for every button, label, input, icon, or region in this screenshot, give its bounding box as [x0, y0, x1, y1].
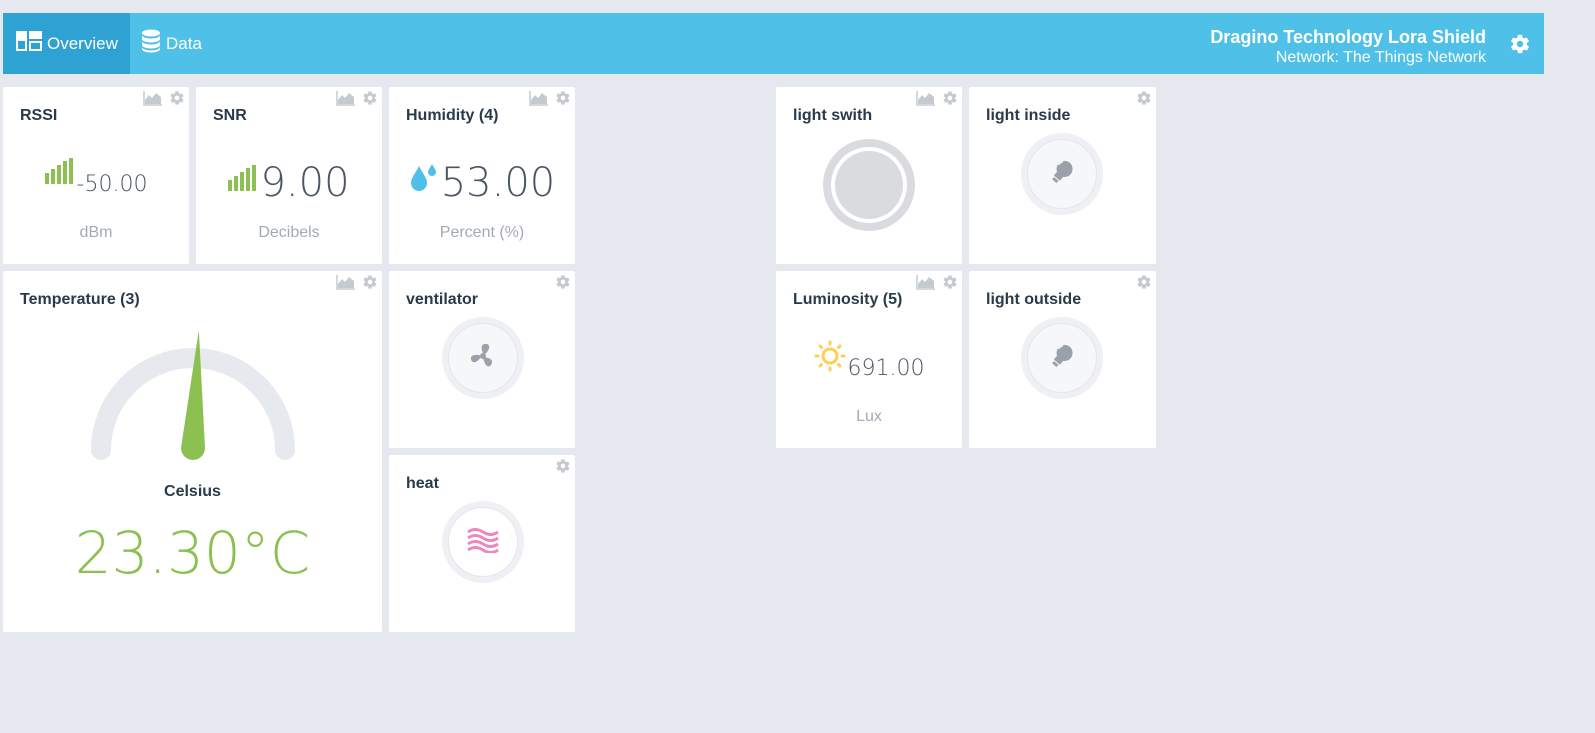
- signal-bars-icon: [228, 165, 258, 196]
- rssi-value: -50.00: [76, 172, 148, 197]
- snr-value: 9.00: [260, 160, 350, 206]
- tab-overview-label: Overview: [47, 33, 118, 53]
- gear-icon[interactable]: [1136, 90, 1152, 111]
- rssi-unit: dBm: [79, 224, 113, 241]
- snr-widget: SNR 9.00 Decibels: [196, 87, 382, 264]
- chart-icon[interactable]: [143, 90, 163, 111]
- sun-icon: [814, 340, 846, 377]
- tab-data-label: Data: [166, 33, 202, 53]
- temperature-title: Temperature (3): [20, 291, 140, 308]
- ventilator-title: ventilator: [406, 291, 479, 308]
- toggle-switch[interactable]: [823, 139, 915, 231]
- rssi-widget: RSSI -50.00 dBm: [3, 87, 189, 264]
- gear-icon[interactable]: [555, 458, 571, 479]
- light-outside-button[interactable]: [1021, 317, 1103, 399]
- humidity-value: 53.00: [440, 160, 556, 206]
- temperature-gauge: [91, 330, 295, 460]
- database-icon: [141, 29, 166, 58]
- gear-icon[interactable]: [1136, 274, 1152, 295]
- gear-icon[interactable]: [555, 274, 571, 295]
- heat-widget: heat: [389, 455, 575, 632]
- light-outside-title: light outside: [986, 291, 1082, 308]
- snr-title: SNR: [213, 107, 247, 124]
- top-bar: Overview Data Dragino Technology Lora Sh…: [3, 13, 1544, 74]
- light-switch-widget: light swith: [776, 87, 962, 264]
- temperature-widget: Temperature (3) Celsius 23.30°C: [3, 271, 382, 632]
- luminosity-unit: Lux: [856, 408, 882, 425]
- temperature-label: Celsius: [164, 483, 221, 500]
- chart-icon[interactable]: [529, 90, 549, 111]
- light-bulb-icon: [1047, 157, 1077, 192]
- luminosity-value: 691.00: [847, 356, 925, 381]
- network-name: Network: The Things Network: [1275, 49, 1486, 66]
- tab-data[interactable]: Data: [130, 13, 215, 74]
- temperature-value: 23.30°C: [74, 519, 311, 587]
- device-info: Dragino Technology Lora Shield Network: …: [1210, 27, 1486, 68]
- tab-overview[interactable]: Overview: [3, 13, 130, 74]
- settings-gear-icon[interactable]: [1509, 33, 1531, 60]
- chart-icon[interactable]: [336, 274, 356, 295]
- heat-title: heat: [406, 475, 439, 492]
- humidity-title: Humidity (4): [406, 107, 499, 124]
- heat-waves-icon: [467, 527, 499, 558]
- gear-icon[interactable]: [362, 274, 378, 295]
- fan-icon: [468, 341, 498, 376]
- ventilator-button[interactable]: [442, 317, 524, 399]
- gear-icon[interactable]: [555, 90, 571, 111]
- light-outside-widget: light outside: [969, 271, 1156, 448]
- ventilator-widget: ventilator: [389, 271, 575, 448]
- water-drop-icon: [409, 162, 437, 197]
- chart-icon[interactable]: [916, 274, 936, 295]
- luminosity-widget: Luminosity (5) 691.00 Lux: [776, 271, 962, 448]
- luminosity-title: Luminosity (5): [793, 291, 903, 308]
- gear-icon[interactable]: [169, 90, 185, 111]
- light-switch-title: light swith: [793, 107, 873, 124]
- rssi-title: RSSI: [20, 107, 58, 124]
- light-bulb-icon: [1047, 341, 1077, 376]
- light-inside-title: light inside: [986, 107, 1071, 124]
- light-inside-button[interactable]: [1021, 133, 1103, 215]
- snr-unit: Decibels: [258, 224, 320, 241]
- gear-icon[interactable]: [362, 90, 378, 111]
- light-inside-widget: light inside: [969, 87, 1156, 264]
- gear-icon[interactable]: [942, 90, 958, 111]
- dashboard-icon: [16, 31, 47, 56]
- humidity-unit: Percent (%): [439, 224, 525, 241]
- chart-icon[interactable]: [336, 90, 356, 111]
- signal-bars-icon: [44, 158, 75, 189]
- humidity-widget: Humidity (4) 53.00 Percent (%): [389, 87, 575, 264]
- gear-icon[interactable]: [942, 274, 958, 295]
- heat-button[interactable]: [442, 501, 524, 583]
- device-name: Dragino Technology Lora Shield: [1210, 27, 1486, 47]
- chart-icon[interactable]: [916, 90, 936, 111]
